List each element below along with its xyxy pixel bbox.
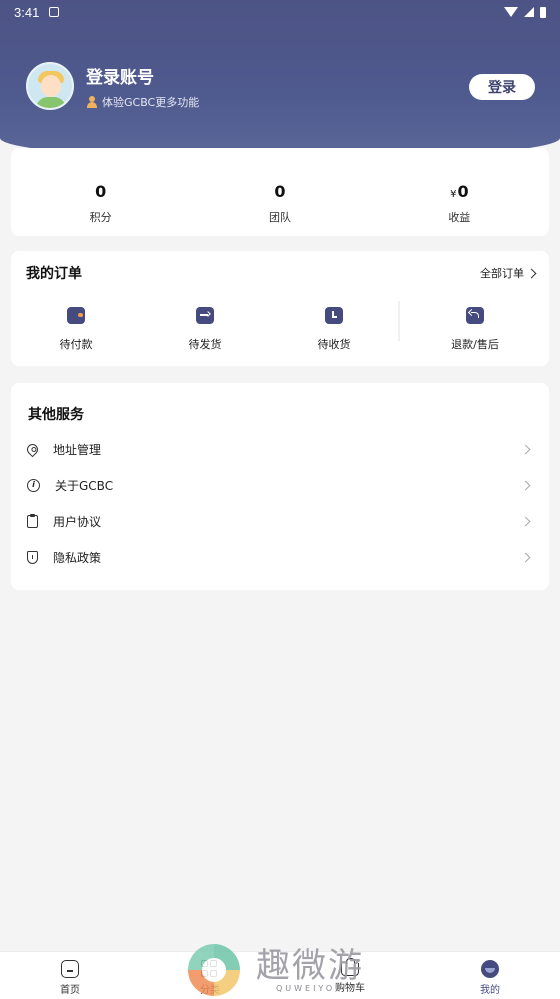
- orders-card: 我的订单 全部订单 待付款 待发货 待收货 退款/售后: [11, 251, 549, 366]
- login-subtitle-text: 体验GCBC更多功能: [102, 95, 200, 109]
- stats-card: 0 积分 0 团队 ¥0 收益: [11, 148, 549, 236]
- orders-title: 我的订单: [26, 266, 82, 282]
- chevron-right-icon: [520, 444, 531, 454]
- tab-category[interactable]: 分类: [140, 952, 280, 999]
- info-icon: i: [27, 478, 40, 492]
- stat-label: 收益: [448, 211, 471, 224]
- home-icon: [61, 960, 79, 978]
- status-time: 3:41: [14, 4, 40, 20]
- order-label: 退款/售后: [451, 338, 499, 351]
- chevron-right-icon: [520, 516, 531, 526]
- services-title: 其他服务: [28, 407, 84, 423]
- avatar[interactable]: [26, 62, 74, 110]
- service-label: 隐私政策: [53, 550, 102, 565]
- stat-value-number: 0: [457, 182, 469, 201]
- tab-label: 分类: [200, 985, 220, 996]
- document-icon: [27, 514, 38, 528]
- login-button[interactable]: 登录: [469, 74, 535, 100]
- stat-value: 0: [95, 182, 107, 201]
- service-privacy-policy[interactable]: 隐私政策: [11, 539, 549, 575]
- profile-icon: [481, 960, 499, 978]
- tab-label: 我的: [480, 985, 500, 996]
- service-label: 地址管理: [53, 442, 102, 457]
- category-icon: [201, 960, 219, 978]
- stat-label: 团队: [268, 211, 291, 224]
- notification-icon: [49, 7, 60, 17]
- signal-icon: [524, 7, 534, 17]
- battery-icon: [540, 6, 546, 18]
- divider: [398, 301, 400, 341]
- service-label: 关于GCBC: [55, 478, 114, 493]
- service-user-agreement[interactable]: 用户协议: [11, 503, 549, 539]
- tab-cart[interactable]: 购物车: [280, 952, 420, 999]
- order-label: 待发货: [188, 338, 222, 351]
- order-label: 待付款: [59, 338, 93, 351]
- chevron-right-icon: [520, 480, 531, 490]
- tab-home[interactable]: 首页: [0, 952, 140, 999]
- stat-label: 积分: [89, 211, 112, 224]
- chevron-right-icon: [520, 552, 531, 562]
- service-address[interactable]: 地址管理: [11, 431, 549, 467]
- tab-bar: 首页 分类 购物车 我的: [0, 951, 560, 999]
- tab-label: 首页: [60, 985, 80, 996]
- stat-earnings[interactable]: ¥0 收益: [370, 148, 549, 236]
- order-refund[interactable]: 退款/售后: [443, 307, 507, 352]
- order-pending-receipt[interactable]: 待收货: [308, 307, 360, 352]
- wallet-icon: [67, 307, 85, 324]
- stat-value: ¥0: [450, 182, 469, 201]
- chevron-right-icon: [526, 268, 537, 278]
- cart-icon: [341, 958, 359, 976]
- tab-profile[interactable]: 我的: [420, 952, 560, 999]
- tab-label: 购物车: [335, 983, 365, 994]
- shipping-icon: [196, 307, 214, 324]
- login-title[interactable]: 登录账号: [86, 63, 199, 88]
- service-about[interactable]: i 关于GCBC: [11, 467, 549, 503]
- service-label: 用户协议: [53, 514, 102, 529]
- all-orders-label: 全部订单: [480, 267, 524, 280]
- profile-section[interactable]: 登录账号 体验GCBC更多功能: [26, 62, 199, 110]
- services-card: 其他服务 地址管理 i 关于GCBC 用户协议 隐私政策: [11, 383, 549, 590]
- shield-icon: [27, 550, 38, 564]
- stat-points[interactable]: 0 积分: [11, 148, 190, 236]
- currency-symbol: ¥: [450, 189, 457, 200]
- user-icon: [86, 95, 98, 108]
- order-pending-payment[interactable]: 待付款: [50, 307, 102, 352]
- stat-value: 0: [274, 182, 286, 201]
- receive-icon: [325, 307, 343, 324]
- status-bar: 3:41: [0, 0, 560, 24]
- location-icon: [24, 441, 41, 457]
- refund-icon: [466, 307, 484, 324]
- stat-team[interactable]: 0 团队: [190, 148, 369, 236]
- login-subtitle: 体验GCBC更多功能: [86, 94, 199, 110]
- order-pending-shipment[interactable]: 待发货: [179, 307, 231, 352]
- wifi-icon: [504, 7, 518, 17]
- all-orders-link[interactable]: 全部订单: [480, 265, 537, 281]
- order-label: 待收货: [317, 338, 351, 351]
